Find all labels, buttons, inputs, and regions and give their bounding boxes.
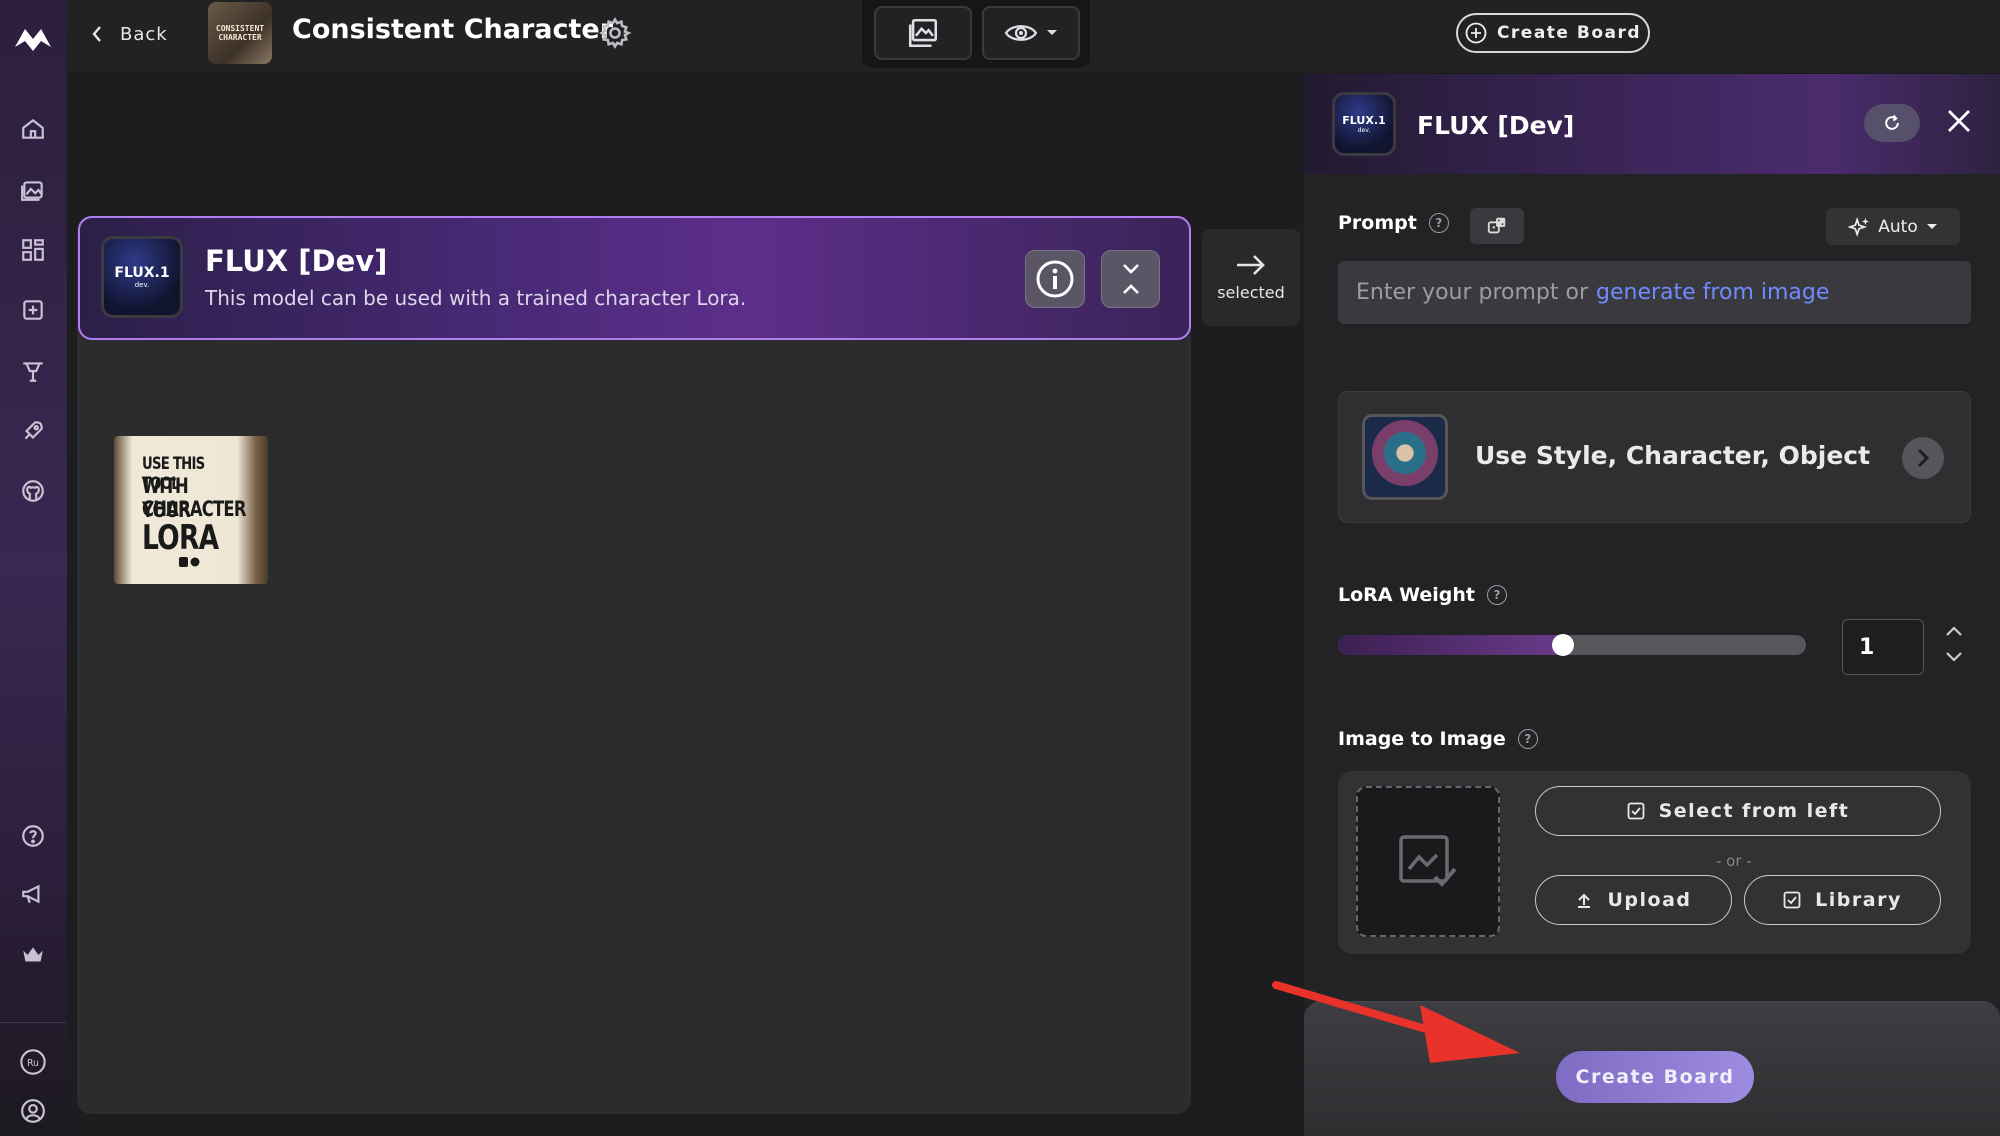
prompt-help-icon[interactable]: ? [1428, 213, 1449, 233]
flux-logo-text: FLUX.1 [114, 265, 170, 281]
model-panel [77, 216, 1191, 1114]
gallery-icon[interactable] [10, 167, 56, 213]
upload-label: Upload [1607, 889, 1692, 911]
style-thumbnail [1362, 414, 1448, 500]
board-thumbnail[interactable]: CONSISTENT CHARACTER [208, 2, 272, 64]
lora-weight-slider-fill [1338, 635, 1563, 655]
auto-label: Auto [1878, 216, 1918, 237]
left-rail: Ru [0, 0, 67, 1136]
flux-logo-small-text: FLUX.1 [1342, 114, 1386, 127]
library-button[interactable]: Library [1744, 875, 1941, 925]
prompt-label: Prompt [1338, 212, 1417, 234]
collapse-chevrons-icon [1122, 264, 1139, 294]
auto-dropdown[interactable]: Auto [1826, 208, 1960, 245]
stepper-chevrons-icon [1946, 626, 1962, 662]
crown-icon[interactable] [10, 932, 56, 978]
chevron-right-icon[interactable] [1902, 437, 1944, 479]
training-icon[interactable] [10, 348, 56, 394]
or-separator: - or - [1716, 852, 1752, 870]
create-board-button[interactable]: Create Board [1556, 1051, 1754, 1103]
upload-button[interactable]: Upload [1535, 875, 1732, 925]
create-board-top-label: Create Board [1496, 23, 1642, 43]
svg-text:Ru: Ru [27, 1058, 39, 1069]
arrow-right-icon [1237, 255, 1265, 275]
flux-logo-small: FLUX.1 dev. [1332, 92, 1396, 156]
model-card-title: FLUX [Dev] [205, 244, 388, 278]
lora-weight-label-row: LoRA Weight ? [1338, 584, 1507, 606]
create-board-top-button[interactable]: Create Board [1456, 13, 1650, 53]
home-icon[interactable] [10, 106, 56, 152]
view-toggle-group [862, 0, 1090, 68]
flux-logo: FLUX.1 dev. [101, 236, 183, 318]
prompt-input[interactable]: Enter your prompt or generate from image [1338, 261, 1971, 324]
lora-help-icon[interactable]: ? [1487, 585, 1507, 605]
lora-thumbnail[interactable]: USE THIS TOOL WITH YOUR CHARACTER LORA [114, 436, 268, 584]
megaphone-icon[interactable] [10, 871, 56, 917]
info-icon [1036, 260, 1074, 298]
random-prompt-button[interactable] [1470, 208, 1524, 244]
chevron-left-icon [92, 26, 101, 42]
plus-circle-icon [1465, 22, 1487, 44]
rocket-icon[interactable] [10, 408, 56, 454]
board-title: Consistent Character [292, 14, 614, 45]
app-logo-icon[interactable] [10, 16, 56, 62]
lora-thumb-glyph-icon [179, 557, 200, 567]
sparkle-icon [1848, 216, 1870, 237]
select-from-left-label: Select from left [1658, 800, 1850, 822]
selected-label: selected [1217, 283, 1285, 302]
style-selector-label: Use Style, Character, Object [1475, 441, 1871, 470]
dice-icon [1487, 217, 1506, 234]
lora-weight-input[interactable]: 1 [1842, 619, 1924, 675]
language-icon[interactable]: Ru [10, 1039, 56, 1085]
gear-icon[interactable] [598, 16, 632, 50]
flux-logo-small-sub: dev. [1357, 127, 1371, 134]
image-to-image-help-icon[interactable]: ? [1517, 729, 1538, 749]
lora-weight-label: LoRA Weight [1338, 584, 1475, 606]
refresh-icon [1885, 114, 1899, 130]
collapse-button[interactable] [1101, 250, 1160, 308]
image-icon [908, 18, 938, 48]
flux-logo-sub: dev. [134, 281, 150, 289]
board-thumbnail-text: CONSISTENT CHARACTER [215, 24, 265, 42]
prompt-label-row: Prompt ? [1338, 212, 1449, 234]
back-button[interactable]: Back [90, 14, 168, 54]
rail-divider [0, 1022, 67, 1023]
annotation-arrow-icon [1270, 975, 1530, 1065]
profile-icon[interactable] [10, 1088, 56, 1134]
eye-icon [1004, 25, 1038, 41]
info-button[interactable] [1025, 250, 1085, 308]
lora-weight-stepper[interactable] [1944, 624, 1964, 664]
settings-panel-title: FLUX [Dev] [1417, 111, 1575, 140]
send-selected-button[interactable]: selected [1202, 229, 1300, 326]
library-label: Library [1815, 889, 1902, 911]
generate-from-image-link[interactable]: generate from image [1596, 280, 1829, 305]
refresh-button[interactable] [1864, 104, 1920, 142]
dashboard-icon[interactable] [10, 227, 56, 273]
prompt-placeholder: Enter your prompt or [1356, 280, 1589, 305]
close-icon[interactable] [1946, 108, 1972, 134]
model-card-subtitle: This model can be used with a trained ch… [205, 286, 747, 310]
checkbox-icon [1783, 891, 1801, 909]
image-to-image-label: Image to Image [1338, 728, 1506, 750]
caret-down-icon [1047, 30, 1057, 35]
upload-icon [1578, 893, 1591, 908]
github-icon[interactable] [10, 468, 56, 514]
caret-down-icon [1926, 223, 1937, 229]
image-to-image-label-row: Image to Image ? [1338, 728, 1538, 750]
gallery-view-button[interactable] [874, 6, 972, 60]
checkbox-icon [1627, 802, 1645, 820]
select-from-left-button[interactable]: Select from left [1535, 786, 1941, 836]
back-label: Back [120, 23, 168, 45]
help-icon[interactable] [10, 813, 56, 859]
lora-thumb-line-4: LORA [142, 518, 219, 558]
visibility-dropdown[interactable] [982, 6, 1080, 60]
image-check-icon [1399, 834, 1457, 887]
lora-weight-slider-handle[interactable] [1551, 634, 1574, 656]
image-drop-zone[interactable] [1356, 786, 1500, 937]
add-image-icon[interactable] [10, 287, 56, 333]
